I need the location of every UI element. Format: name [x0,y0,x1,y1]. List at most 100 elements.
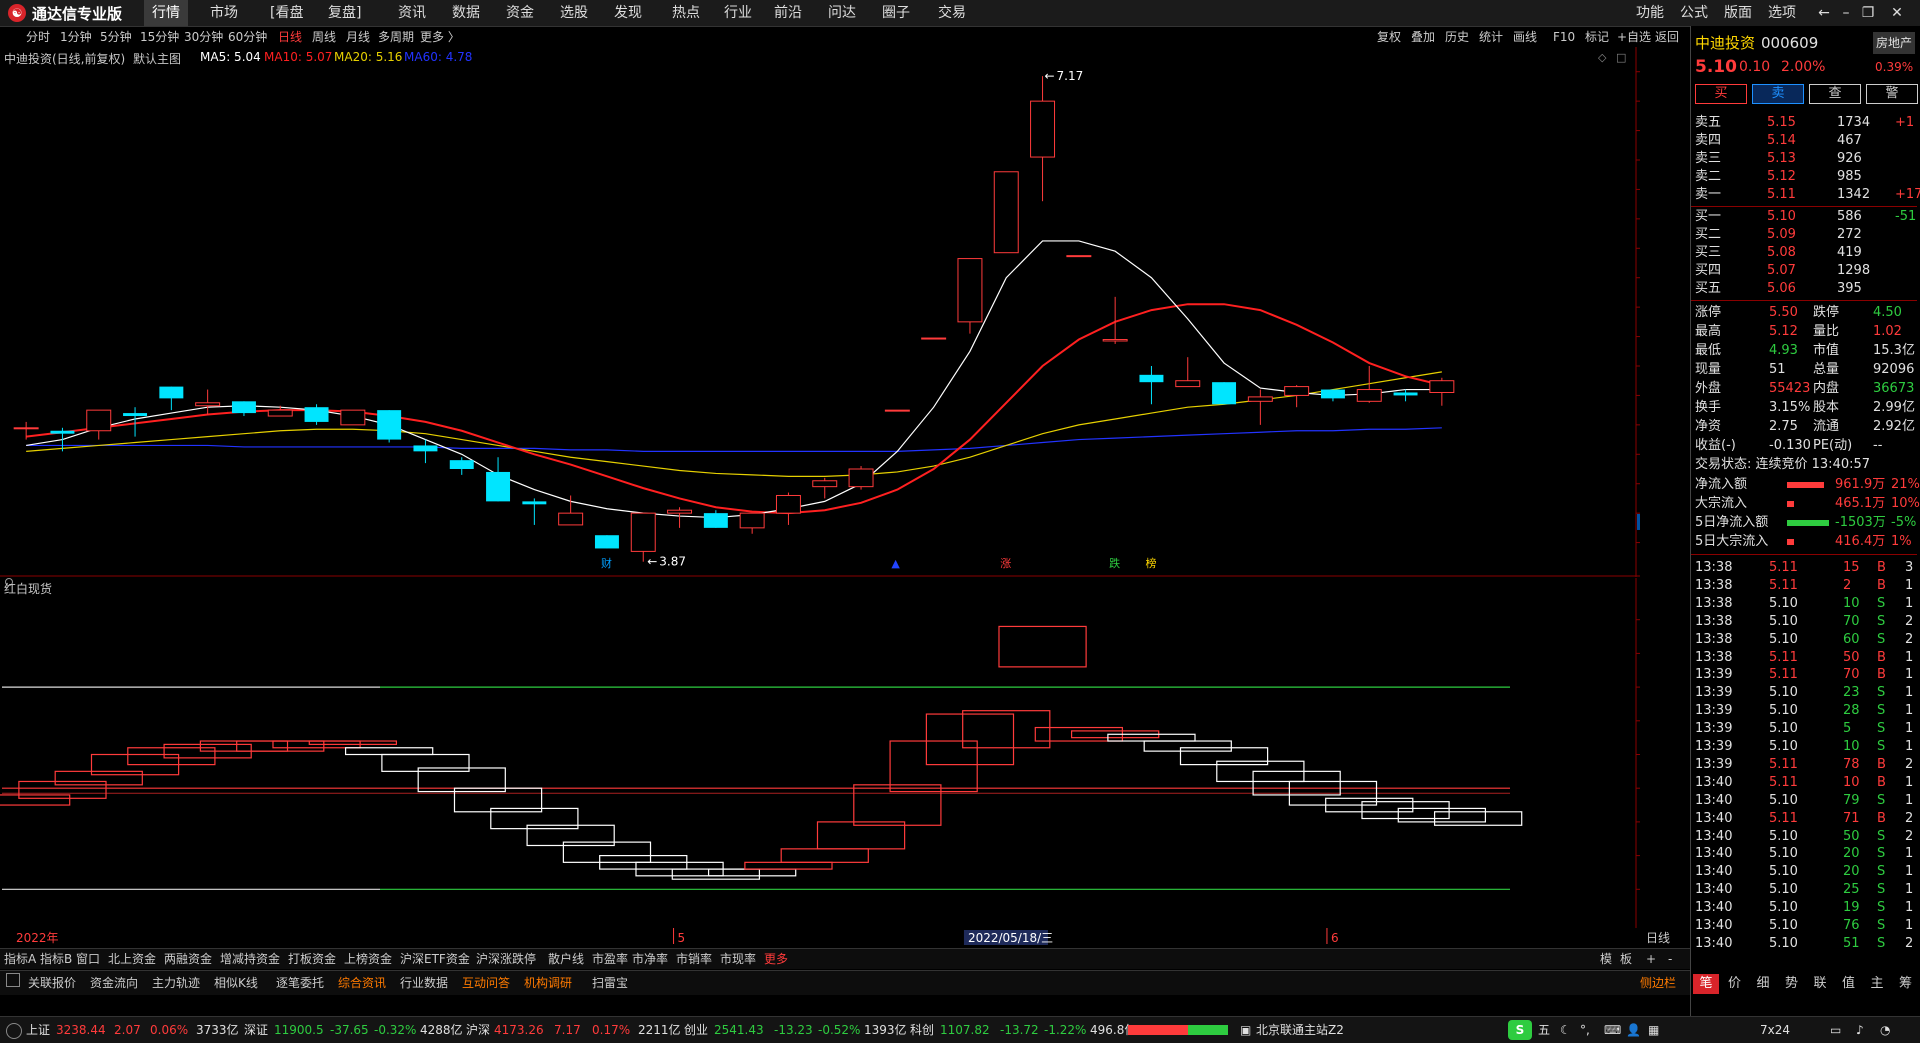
indicator-tab-15[interactable]: 更多 [764,949,788,969]
menu-14[interactable]: 交易 [930,0,974,26]
chat-icon[interactable]: ◔ [1880,1017,1890,1043]
ime-logo-icon[interactable]: S [1508,1020,1532,1040]
candle[interactable] [848,468,874,488]
bottom-tab-6[interactable]: 行业数据 [400,973,448,993]
quote-tab-0[interactable]: 笔 [1693,974,1719,994]
close-icon[interactable]: ✕ [1882,0,1912,26]
toolbar-8[interactable]: 返回 [1655,27,1679,47]
event-marker[interactable]: ▲ [891,557,900,570]
bottom-tab-7[interactable]: 互动问答 [462,973,510,993]
candle[interactable] [159,386,184,399]
candle[interactable] [630,512,656,552]
bottom-tab-0[interactable]: 关联报价 [28,973,76,993]
candle[interactable] [13,427,39,430]
dot-icon[interactable]: °, [1580,1017,1590,1043]
candle[interactable] [1393,392,1418,396]
candle[interactable] [50,430,75,434]
period-0[interactable]: 分时 [26,27,50,47]
event-marker[interactable]: 榜 [1145,556,1156,570]
indicator-tab-10[interactable]: 散户线 [548,949,584,969]
candle[interactable] [340,409,366,426]
bottom-tab-1[interactable]: 资金流向 [90,973,138,993]
candle[interactable] [993,171,1019,254]
quote-tab-6[interactable]: 主 [1864,974,1890,994]
candle[interactable] [703,513,728,528]
menu-13[interactable]: 圈子 [874,0,918,26]
candle[interactable] [594,535,619,549]
period-7[interactable]: 周线 [312,27,336,47]
indicator-tab-4[interactable]: 两融资金 [164,949,212,969]
menu-10[interactable]: 行业 [716,0,760,26]
menu-layout[interactable]: 版面 [1724,0,1752,26]
candle[interactable] [1212,382,1237,405]
menu-function[interactable]: 功能 [1636,0,1664,26]
indicator-tab-5[interactable]: 增减持资金 [220,949,280,969]
indicator-tab-1[interactable]: 指标B [40,949,72,969]
candle[interactable] [304,407,329,422]
keyboard-icon[interactable]: ⌨ [1604,1017,1621,1043]
period-3[interactable]: 15分钟 [140,27,179,47]
menu-options[interactable]: 选项 [1768,0,1796,26]
candle[interactable] [1320,389,1345,399]
server-name[interactable]: 北京联通主站Z2 [1256,1017,1344,1043]
menu-2[interactable]: [看盘 [262,0,311,26]
quote-tab-4[interactable]: 联 [1807,974,1833,994]
indicator-tab-3[interactable]: 北上资金 [108,949,156,969]
grid-icon[interactable]: ▦ [1648,1017,1659,1043]
indicator-tab-0[interactable]: 指标A [4,949,36,969]
restore-icon[interactable]: ❐ [1858,0,1878,26]
candle[interactable] [667,509,693,514]
sector-badge[interactable]: 房地产 [1873,32,1916,54]
quote-button-1[interactable]: 卖 [1752,84,1804,104]
candle[interactable] [231,401,256,414]
indicator-right-0[interactable]: 模 [1600,949,1612,969]
candle[interactable] [1247,396,1273,402]
candle[interactable] [413,445,438,452]
candle[interactable] [195,402,221,407]
indicator-sub-chart[interactable]: 100.0090.0080.0070.0060.0050.0040.0030.0… [0,578,1640,928]
menu-5[interactable]: 数据 [444,0,488,26]
cy-index-name[interactable]: 创业 [684,1017,708,1043]
square-icon[interactable]: □ [1616,51,1626,64]
sub-indicator-name[interactable]: 红白现货 [4,580,52,597]
event-marker[interactable]: 涨 [1000,557,1011,570]
period-4[interactable]: 30分钟 [184,27,223,47]
candle[interactable] [1102,339,1128,342]
minimize-icon[interactable]: – [1836,0,1856,26]
panel-toggle-icon[interactable] [6,973,20,987]
quote-button-0[interactable]: 买 [1695,84,1747,104]
candle[interactable] [486,471,511,502]
menu-1[interactable]: 市场 [202,0,246,26]
quote-button-2[interactable]: 查 [1809,84,1861,104]
moon-icon[interactable]: ☾ [1560,1017,1571,1043]
quote-tab-5[interactable]: 值 [1836,974,1862,994]
menu-0[interactable]: 行情 [144,0,188,26]
hs-index-name[interactable]: 沪深 [466,1017,490,1043]
candle[interactable] [739,512,765,529]
menu-11[interactable]: 前沿 [766,0,810,26]
server-icon[interactable]: ▣ [1240,1017,1251,1043]
quote-button-3[interactable]: 警 [1866,84,1918,104]
bottom-tab-9[interactable]: 扫雷宝 [592,973,628,993]
candle[interactable] [123,413,148,417]
indicator-right-3[interactable]: - [1668,949,1672,969]
bell-icon[interactable]: ♪ [1856,1017,1864,1043]
toolbar-0[interactable]: 复权 [1377,27,1401,47]
period-10[interactable]: 更多 〉 [420,27,460,47]
period-2[interactable]: 5分钟 [100,27,132,47]
kline-main-chart[interactable]: 7.207.006.806.606.406.206.005.805.605.40… [0,47,1640,577]
menu-formula[interactable]: 公式 [1680,0,1708,26]
indicator-tab-12[interactable]: 市净率 [632,949,668,969]
quote-tab-2[interactable]: 细 [1750,974,1776,994]
bottom-tab-5[interactable]: 综合资讯 [338,973,386,993]
period-8[interactable]: 月线 [346,27,370,47]
candle[interactable] [558,512,584,526]
candle[interactable] [1030,100,1056,158]
sidebar-toggle[interactable]: 侧边栏 [1640,973,1676,993]
person-icon[interactable]: 👤 [1626,1017,1641,1043]
indicator-tab-8[interactable]: 沪深ETF资金 [400,949,470,969]
period-6[interactable]: 日线 [278,27,302,47]
menu-4[interactable]: 资讯 [390,0,434,26]
menu-9[interactable]: 热点 [664,0,708,26]
indicator-tab-2[interactable]: 窗口 [76,949,100,969]
